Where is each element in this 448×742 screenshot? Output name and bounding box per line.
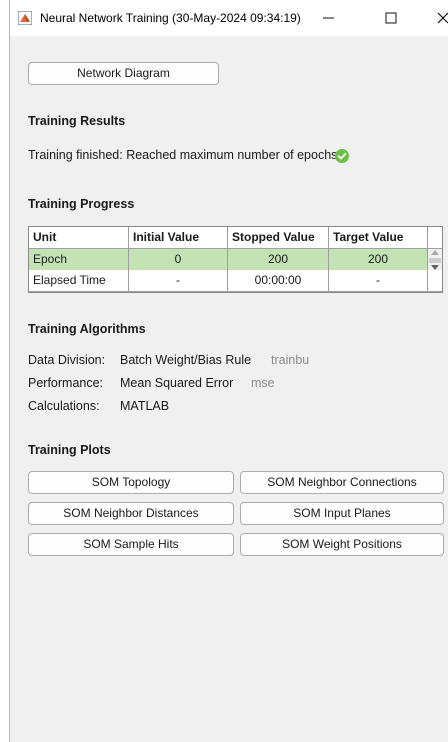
close-icon: [437, 12, 448, 24]
table-cell: Epoch: [29, 249, 129, 271]
calculations-value: MATLAB: [120, 399, 170, 413]
table-cell: -: [129, 270, 228, 292]
performance-code: mse: [251, 376, 275, 390]
calculations-label: Calculations:: [28, 399, 100, 413]
scrollbar-thumb[interactable]: [429, 258, 441, 263]
som-weight-positions-button[interactable]: SOM Weight Positions: [240, 533, 444, 556]
training-results-title: Training Results: [28, 114, 126, 128]
table-cell: Elapsed Time: [29, 270, 129, 292]
minimize-button[interactable]: [314, 6, 344, 30]
matlab-icon: [18, 11, 32, 25]
training-algorithms-title: Training Algorithms: [28, 322, 146, 336]
check-circle-icon: [335, 149, 349, 163]
data-division-code: trainbu: [271, 353, 310, 367]
som-input-planes-button[interactable]: SOM Input Planes: [240, 502, 444, 525]
training-plots-title: Training Plots: [28, 443, 111, 457]
som-neighbor-connections-button[interactable]: SOM Neighbor Connections: [240, 471, 444, 494]
performance-label: Performance:: [28, 376, 104, 390]
training-progress-table-row2: Elapsed Time - 00:00:00 -: [28, 270, 443, 293]
table-scrollbar[interactable]: [428, 249, 442, 271]
scroll-up-icon[interactable]: [431, 250, 439, 255]
scrollbar-track[interactable]: [428, 270, 442, 292]
close-button[interactable]: [428, 6, 448, 30]
title-bar[interactable]: Neural Network Training (30-May-2024 09:…: [10, 0, 448, 36]
training-progress-title: Training Progress: [28, 197, 135, 211]
window-title: Neural Network Training (30-May-2024 09:…: [40, 11, 301, 25]
network-diagram-button[interactable]: Network Diagram: [28, 62, 219, 85]
training-status-text: Training finished: Reached maximum numbe…: [28, 148, 338, 162]
training-progress-table: Unit Initial Value Stopped Value Target …: [28, 226, 443, 272]
performance-value: Mean Squared Error: [120, 376, 234, 390]
maximize-button[interactable]: [376, 6, 406, 30]
training-window: Neural Network Training (30-May-2024 09:…: [9, 0, 448, 742]
som-sample-hits-button[interactable]: SOM Sample Hits: [28, 533, 234, 556]
table-cell: 200: [329, 249, 428, 271]
minimize-icon: [323, 17, 334, 19]
data-division-value: Batch Weight/Bias Rule: [120, 353, 252, 367]
som-topology-button[interactable]: SOM Topology: [28, 471, 234, 494]
maximize-icon: [385, 12, 397, 24]
column-header-stopped-value: Stopped Value: [228, 227, 329, 249]
table-cell: 00:00:00: [228, 270, 329, 292]
column-header-unit: Unit: [29, 227, 129, 249]
column-header-spacer: [428, 227, 442, 249]
table-cell: -: [329, 270, 428, 292]
som-neighbor-distances-button[interactable]: SOM Neighbor Distances: [28, 502, 234, 525]
data-division-label: Data Division:: [28, 353, 106, 367]
column-header-initial-value: Initial Value: [129, 227, 228, 249]
column-header-target-value: Target Value: [329, 227, 428, 249]
table-cell: 200: [228, 249, 329, 271]
table-cell: 0: [129, 249, 228, 271]
